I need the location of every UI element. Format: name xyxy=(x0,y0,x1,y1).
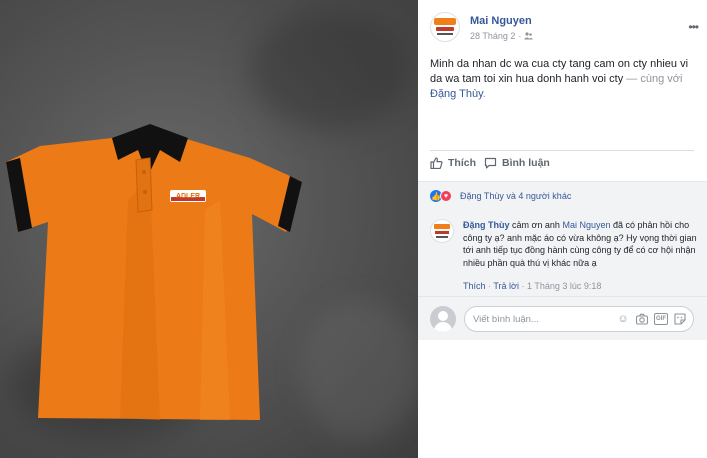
reaction-icons: 👍 ♥ xyxy=(430,190,452,202)
author-name-link[interactable]: Mai Nguyen xyxy=(470,15,532,27)
comment-actions: Thích · Trả lời · 1 Tháng 3 lúc 9:18 xyxy=(463,281,601,291)
reactions-bar[interactable]: 👍 ♥ Đặng Thùy và 4 người khác xyxy=(418,181,707,209)
friends-icon[interactable] xyxy=(524,32,534,40)
like-button[interactable]: Thích xyxy=(430,157,476,169)
comment-reply-link[interactable]: Trả lời xyxy=(493,281,519,291)
emoji-icon[interactable]: ☺ xyxy=(616,312,630,326)
polo-shirt-image: ADLER xyxy=(6,124,302,420)
comment-input-box[interactable]: ☺ GIF xyxy=(464,306,694,332)
thumbs-up-icon xyxy=(430,157,443,169)
like-label: Thích xyxy=(448,157,476,169)
dot-separator: · xyxy=(521,281,525,291)
camera-icon[interactable] xyxy=(635,312,649,326)
reactions-summary[interactable]: Đặng Thùy và 4 người khác xyxy=(460,191,571,201)
post-date[interactable]: 28 Tháng 2 xyxy=(470,31,515,41)
comment-button[interactable]: Bình luận xyxy=(484,157,550,169)
with-label: — cùng với xyxy=(626,73,683,85)
photo-viewer: ADLER Mai Nguyen 28 Tháng 2 · ••• Minh d… xyxy=(0,0,707,458)
post-header: Mai Nguyen 28 Tháng 2 · ••• xyxy=(430,12,700,48)
page-avatar[interactable] xyxy=(430,12,460,42)
shirt-logo-text: ADLER xyxy=(176,193,200,200)
commenter-avatar[interactable] xyxy=(430,219,454,243)
dot-separator: · xyxy=(518,31,522,41)
comment-bubble-icon xyxy=(484,157,497,169)
composer-icons: ☺ GIF xyxy=(616,312,687,326)
comment-label: Bình luận xyxy=(502,157,550,169)
user-avatar xyxy=(430,306,456,332)
comment-input[interactable] xyxy=(473,312,613,326)
comment-text-before: cảm ơn anh xyxy=(512,220,560,230)
post-text: Minh da nhan dc wa cua cty tang cam on c… xyxy=(430,57,698,102)
post-panel: Mai Nguyen 28 Tháng 2 · ••• Minh da nhan… xyxy=(418,0,707,458)
comment-mention-link[interactable]: Mai Nguyen xyxy=(562,220,610,230)
divider xyxy=(430,150,694,151)
gif-icon[interactable]: GIF xyxy=(654,313,668,325)
comment-author-link[interactable]: Đặng Thùy xyxy=(463,220,510,230)
dot-separator: · xyxy=(488,281,492,291)
comment-text: Đặng Thùy cảm ơn anh Mai Nguyen đã có ph… xyxy=(463,219,698,269)
comment-timestamp[interactable]: 1 Tháng 3 lúc 9:18 xyxy=(527,281,601,291)
comment-composer: ☺ GIF xyxy=(418,296,707,340)
comment-like-link[interactable]: Thích xyxy=(463,281,486,291)
sticker-icon[interactable] xyxy=(673,312,687,326)
period: . xyxy=(482,88,486,100)
ellipsis-icon[interactable]: ••• xyxy=(688,20,699,34)
post-photo[interactable]: ADLER xyxy=(0,0,418,458)
love-reaction-icon: ♥ xyxy=(440,190,452,202)
post-meta: 28 Tháng 2 · xyxy=(470,31,534,41)
tagged-user-link[interactable]: Đặng Thùy xyxy=(430,88,483,100)
